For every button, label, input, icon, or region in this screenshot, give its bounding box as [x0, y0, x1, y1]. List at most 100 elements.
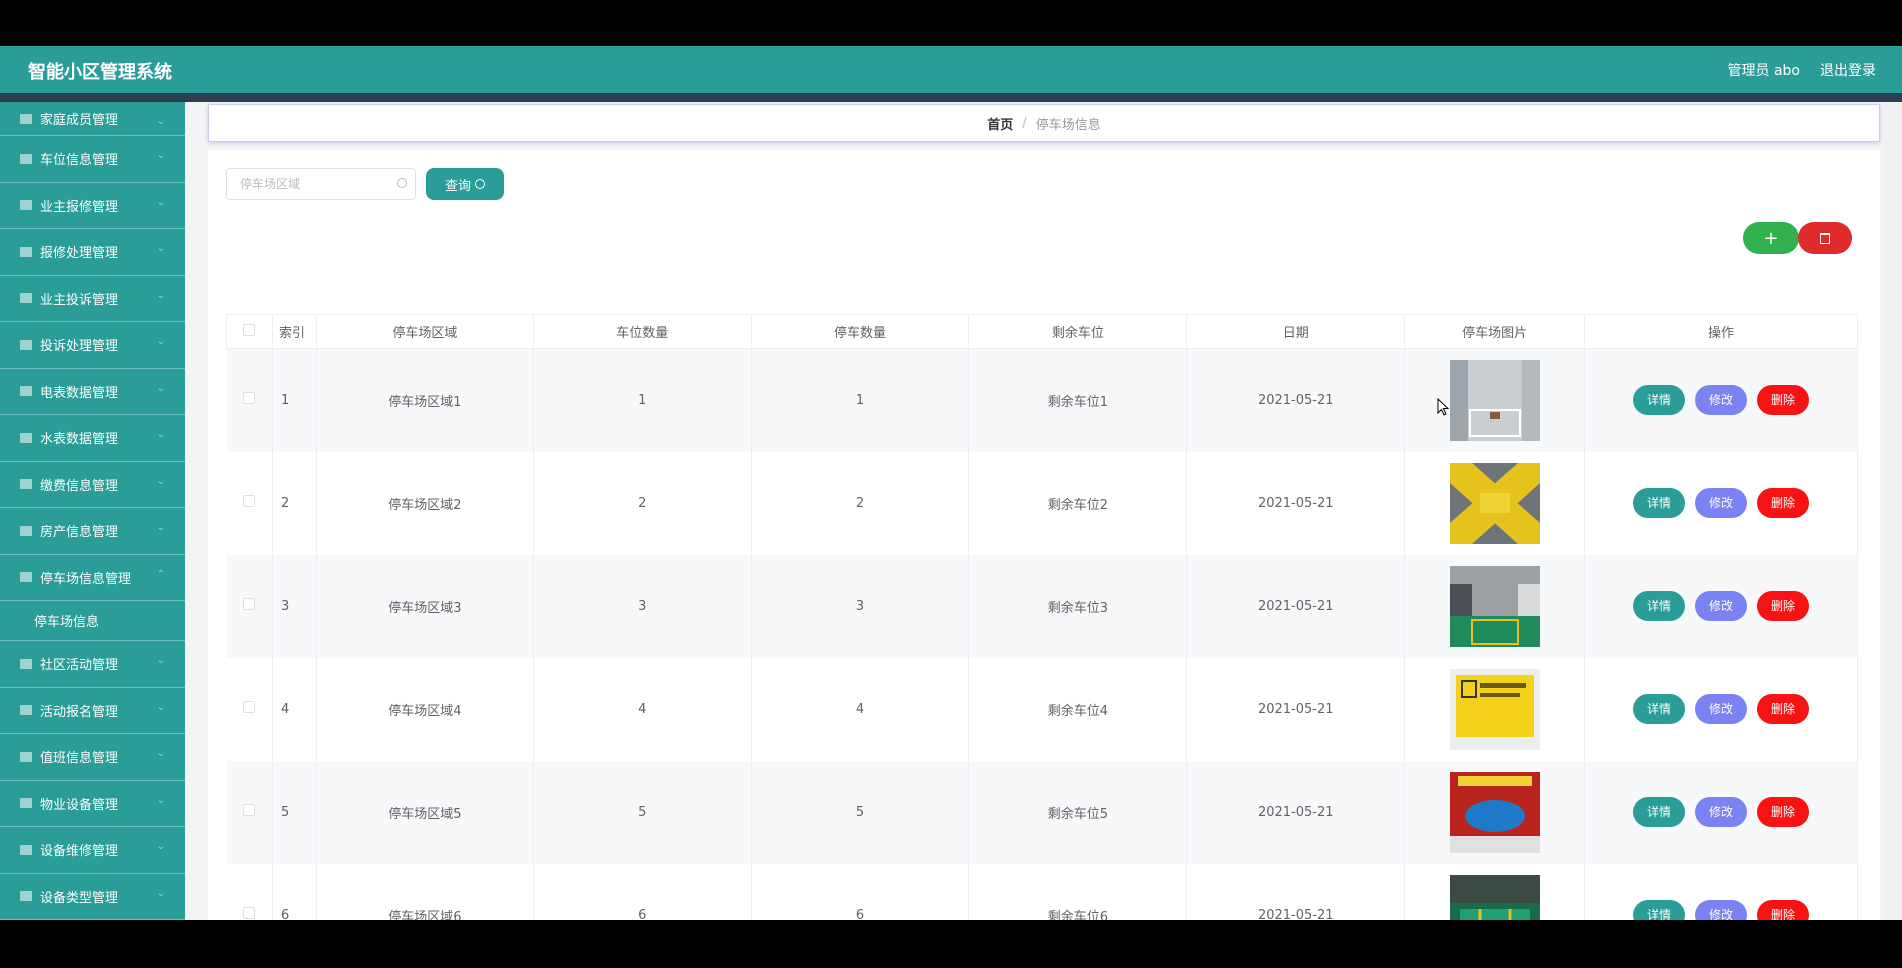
- sidebar-item-equipment-repair[interactable]: 设备维修管理 ⌄: [0, 827, 185, 874]
- logout-button[interactable]: 退出登录: [1820, 60, 1876, 80]
- col-header-spaces[interactable]: 车位数量: [532, 314, 752, 349]
- col-header-image: 停车场图片: [1404, 314, 1586, 349]
- sidebar-subitem-parking-info[interactable]: 停车场信息: [0, 601, 185, 641]
- sidebar-item-electricity[interactable]: 电表数据管理 ⌄: [0, 369, 185, 415]
- detail-button[interactable]: 详情: [1633, 797, 1686, 827]
- sidebar-item-family-members[interactable]: 家庭成员管理 ⌄: [0, 102, 185, 136]
- cell-actions: 详情 修改 删除: [1584, 760, 1858, 864]
- menu-icon: [20, 479, 32, 490]
- sidebar-item-label: 社区活动管理: [40, 658, 119, 674]
- trash-icon: [1820, 232, 1830, 244]
- chevron-down-icon: ⌄: [156, 429, 165, 440]
- menu-icon: [20, 339, 32, 350]
- cell-index: 4: [272, 657, 317, 761]
- delete-button[interactable]: 删除: [1757, 488, 1810, 518]
- menu-icon: [20, 891, 32, 902]
- cell-image: [1404, 760, 1586, 864]
- sidebar-item-label: 业主投诉管理: [40, 292, 119, 308]
- row-select-cell: [226, 451, 273, 555]
- cell-area: 停车场区域3: [316, 554, 534, 658]
- col-header-area[interactable]: 停车场区域: [315, 314, 534, 349]
- sidebar-item-label: 物业设备管理: [40, 797, 119, 813]
- add-button[interactable]: +: [1743, 222, 1799, 254]
- row-checkbox[interactable]: [243, 701, 256, 713]
- select-all-checkbox[interactable]: [243, 323, 256, 336]
- col-header-parked[interactable]: 停车数量: [750, 314, 970, 349]
- sidebar-item-parking-lot[interactable]: 停车场信息管理 ⌃: [0, 555, 185, 601]
- edit-button[interactable]: 修改: [1695, 591, 1748, 621]
- detail-button[interactable]: 详情: [1633, 488, 1686, 518]
- page-scrollbar[interactable]: [1884, 102, 1902, 920]
- breadcrumb-home[interactable]: 首页: [987, 114, 1013, 133]
- menu-icon: [20, 432, 32, 443]
- col-header-remaining[interactable]: 剩余车位: [968, 314, 1188, 349]
- cell-actions: 详情 修改 删除: [1584, 863, 1858, 920]
- edit-button[interactable]: 修改: [1695, 385, 1748, 416]
- menu-icon: [20, 751, 32, 762]
- parking-image[interactable]: [1449, 874, 1540, 921]
- cell-index: 5: [272, 760, 317, 864]
- top-bar: 智能小区管理系统 管理员 abo 退出登录: [0, 46, 1902, 93]
- search-input[interactable]: 停车场区域: [226, 168, 416, 200]
- sidebar-item-owner-complaint[interactable]: 业主投诉管理 ⌄: [0, 276, 185, 322]
- app-title: 智能小区管理系统: [28, 62, 172, 83]
- edit-button[interactable]: 修改: [1695, 797, 1748, 827]
- detail-button[interactable]: 详情: [1633, 385, 1686, 416]
- detail-button[interactable]: 详情: [1633, 591, 1686, 621]
- parking-image[interactable]: [1449, 565, 1540, 647]
- edit-button[interactable]: 修改: [1695, 694, 1748, 724]
- sidebar-item-payment[interactable]: 缴费信息管理 ⌄: [0, 462, 185, 508]
- delete-button[interactable]: 删除: [1757, 591, 1810, 621]
- delete-button[interactable]: 删除: [1757, 797, 1810, 827]
- chevron-down-icon: ⌄: [156, 841, 165, 852]
- search-placeholder: 停车场区域: [240, 177, 301, 191]
- cell-actions: 详情 修改 删除: [1584, 657, 1858, 761]
- edit-button[interactable]: 修改: [1695, 900, 1748, 920]
- sidebar-item-repair-handling[interactable]: 报修处理管理 ⌄: [0, 229, 185, 276]
- parking-image[interactable]: [1449, 462, 1540, 544]
- menu-icon: [20, 153, 32, 164]
- table-row: 2 停车场区域2 2 2 剩余车位2 2021-05-21 详情 修改 删除: [226, 451, 1858, 555]
- delete-button[interactable]: 删除: [1757, 900, 1810, 920]
- row-checkbox[interactable]: [243, 804, 256, 816]
- menu-icon: [20, 798, 32, 809]
- col-header-index: 索引: [271, 314, 317, 349]
- sidebar-item-complaint-handling[interactable]: 投诉处理管理 ⌄: [0, 322, 185, 369]
- row-checkbox[interactable]: [243, 495, 256, 507]
- cell-spaces: 5: [533, 760, 752, 864]
- chevron-down-icon: ⌄: [156, 116, 165, 127]
- search-button-label: 查询: [444, 178, 471, 194]
- sidebar-item-label: 业主报修管理: [40, 199, 119, 215]
- sidebar-item-parking-space[interactable]: 车位信息管理 ⌄: [0, 136, 185, 183]
- sidebar-item-owner-repair[interactable]: 业主报修管理 ⌄: [0, 183, 185, 229]
- sidebar-item-water[interactable]: 水表数据管理 ⌄: [0, 415, 185, 462]
- sidebar-item-community-activity[interactable]: 社区活动管理 ⌄: [0, 641, 185, 688]
- detail-button[interactable]: 详情: [1633, 900, 1686, 920]
- cell-date: 2021-05-21: [1186, 554, 1406, 658]
- search-button[interactable]: 查询: [426, 168, 504, 200]
- row-checkbox[interactable]: [243, 392, 256, 405]
- parking-image[interactable]: [1449, 668, 1540, 750]
- sidebar-item-equipment[interactable]: 物业设备管理 ⌄: [0, 781, 185, 827]
- parking-image[interactable]: [1449, 771, 1540, 853]
- batch-delete-button[interactable]: [1798, 222, 1852, 254]
- sidebar-item-property[interactable]: 房产信息管理 ⌄: [0, 508, 185, 555]
- sidebar-item-activity-signup[interactable]: 活动报名管理 ⌄: [0, 688, 185, 734]
- cell-spaces: 3: [533, 554, 752, 658]
- detail-button[interactable]: 详情: [1633, 694, 1686, 724]
- sidebar-item-label: 值班信息管理: [40, 751, 119, 767]
- cell-area: 停车场区域1: [316, 348, 534, 452]
- sidebar-item-duty[interactable]: 值班信息管理 ⌄: [0, 734, 185, 781]
- delete-button[interactable]: 删除: [1757, 385, 1810, 416]
- row-checkbox[interactable]: [243, 907, 256, 919]
- row-checkbox[interactable]: [243, 598, 256, 610]
- edit-button[interactable]: 修改: [1695, 488, 1748, 518]
- delete-button[interactable]: 删除: [1757, 694, 1810, 724]
- parking-image[interactable]: [1449, 359, 1540, 441]
- content-panel: 停车场区域 查询 + 索引 停车场区域 车位数量 停车数量 剩余车位 日期 停车…: [208, 150, 1880, 920]
- cell-image: [1404, 657, 1586, 761]
- col-header-date[interactable]: 日期: [1186, 314, 1406, 349]
- cell-remaining: 剩余车位2: [968, 451, 1188, 555]
- sidebar-item-equipment-type[interactable]: 设备类型管理 ⌄: [0, 874, 185, 920]
- chevron-down-icon: ⌄: [156, 382, 165, 394]
